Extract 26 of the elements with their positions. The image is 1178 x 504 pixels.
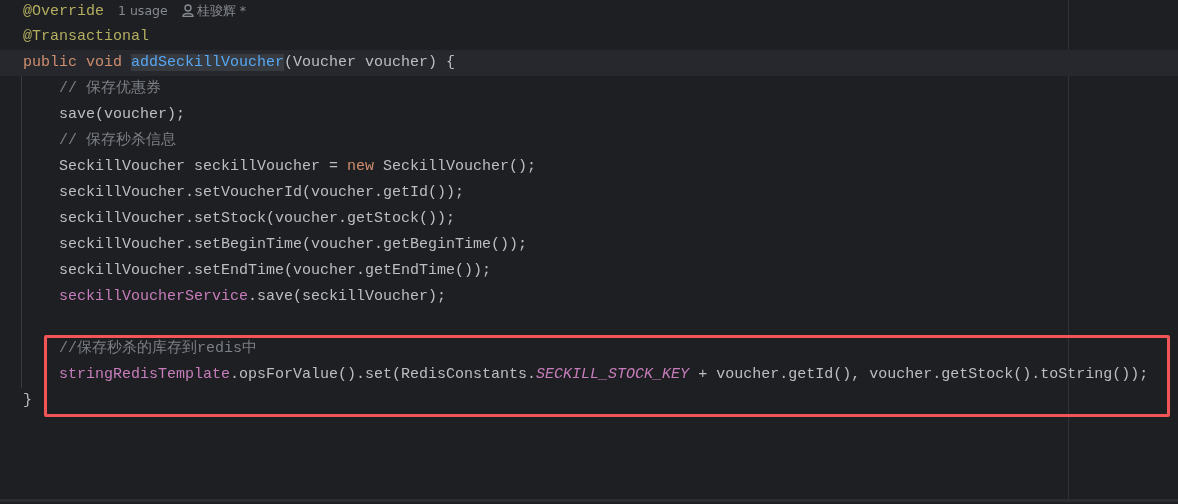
keyword-text: public void [23,54,124,71]
code-text: .save(seckillVoucher); [248,288,447,305]
code-text: SeckillVoucher seckillVoucher = [59,158,340,175]
person-icon [181,4,194,17]
field-name: stringRedisTemplate [59,366,231,383]
code-text: save(voucher); [59,106,186,123]
code-text: (Voucher voucher) { [284,54,456,71]
code-comment: // 保存优惠券 [59,80,161,97]
author-hint[interactable]: 桂骏辉 * [196,3,246,18]
method-name: addSeckillVoucher [131,54,285,71]
usage-hint[interactable]: 1 usage [118,3,168,18]
field-name: seckillVoucherService [59,288,249,305]
constant-name: SECKILL_STOCK_KEY [536,366,690,383]
code-text: seckillVoucher.setBeginTime(voucher.getBeginTime()); [59,236,528,253]
code-text: } [23,392,32,409]
annotation-text: @Override [23,3,104,20]
code-text: SeckillVoucher(); [382,158,537,175]
code-text: + voucher.getId(), voucher.getStock().toString()); [697,366,1149,383]
code-text: seckillVoucher.setStock(voucher.getStock()); [59,210,456,227]
code-comment: //保存秒杀的库存到redis中 [59,340,257,357]
code-comment: // 保存秒杀信息 [59,132,176,149]
keyword-text: new [347,158,375,175]
code-text: seckillVoucher.setEndTime(voucher.getEndTime()); [59,262,492,279]
code-text: seckillVoucher.setVoucherId(voucher.getId()); [59,184,465,201]
annotation-text: @Transactional [23,28,150,45]
code-text: .opsForValue().set(RedisConstants. [230,366,537,383]
